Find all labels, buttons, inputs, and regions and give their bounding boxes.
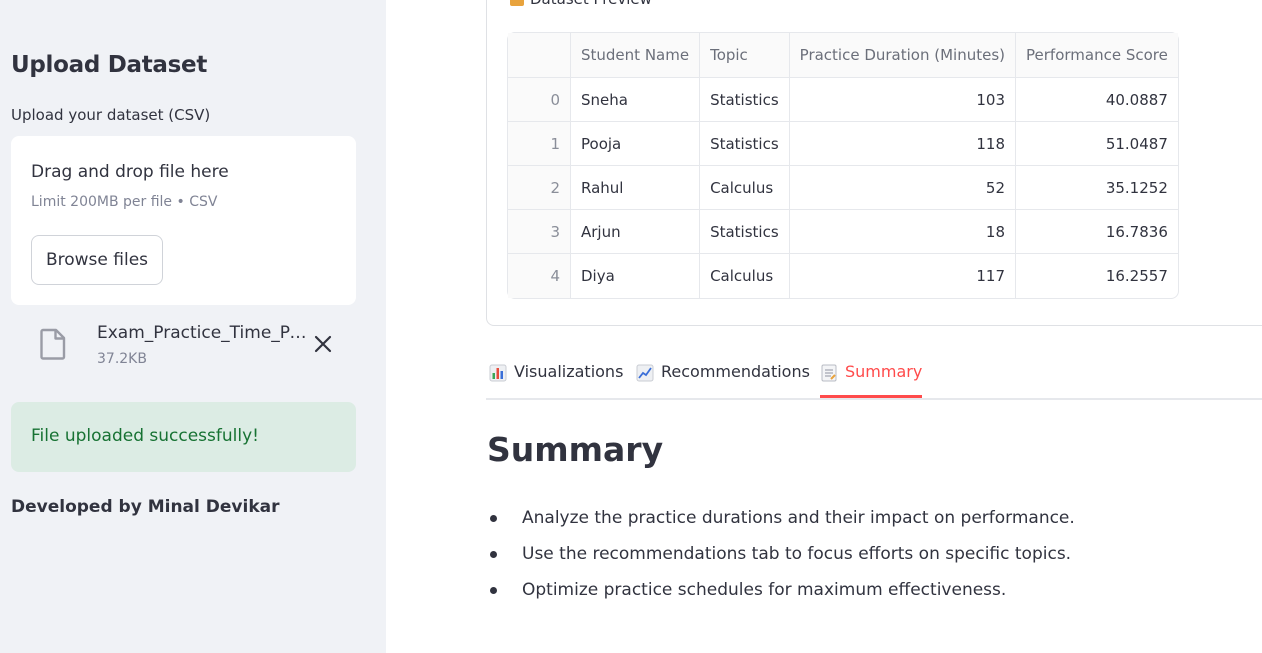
- cell-student-name[interactable]: Sneha: [571, 78, 701, 122]
- memo-icon: [821, 364, 837, 382]
- table-row: 4 Diya Calculus 117 16.2557: [508, 254, 1178, 298]
- preview-icon: [510, 0, 524, 6]
- sidebar: Upload Dataset Upload your dataset (CSV)…: [0, 0, 386, 653]
- cell-practice-duration[interactable]: 103: [789, 78, 1017, 122]
- cell-practice-duration[interactable]: 18: [789, 210, 1017, 254]
- sidebar-title: Upload Dataset: [11, 52, 208, 78]
- dataset-preview-label: Dataset Preview: [510, 0, 652, 8]
- success-message: File uploaded successfully!: [31, 426, 259, 446]
- table-row: 0 Sneha Statistics 103 40.0887: [508, 78, 1178, 122]
- cell-topic[interactable]: Statistics: [700, 122, 790, 166]
- row-index: 4: [508, 254, 571, 298]
- row-index: 1: [508, 122, 571, 166]
- browse-files-button[interactable]: Browse files: [31, 235, 163, 285]
- dropzone-instructions: Drag and drop file here: [31, 162, 229, 182]
- file-size: 37.2KB: [97, 351, 147, 367]
- cell-student-name[interactable]: Diya: [571, 254, 701, 298]
- cell-performance-score[interactable]: 40.0887: [1016, 78, 1178, 122]
- cell-practice-duration[interactable]: 52: [789, 166, 1017, 210]
- list-item: Analyze the practice durations and their…: [487, 500, 1075, 536]
- bar-chart-icon: [489, 364, 507, 382]
- cell-performance-score[interactable]: 16.2557: [1016, 254, 1178, 298]
- table-row: 2 Rahul Calculus 52 35.1252: [508, 166, 1178, 210]
- tab-visualizations-label: Visualizations: [514, 362, 624, 381]
- tab-recommendations-label: Recommendations: [661, 362, 810, 381]
- table-header-row: Student Name Topic Practice Duration (Mi…: [508, 33, 1178, 78]
- summary-list: Analyze the practice durations and their…: [487, 500, 1075, 608]
- table-row: 1 Pooja Statistics 118 51.0487: [508, 122, 1178, 166]
- upload-label: Upload your dataset (CSV): [11, 106, 211, 124]
- cell-topic[interactable]: Calculus: [700, 166, 790, 210]
- column-header-topic[interactable]: Topic: [700, 33, 790, 78]
- list-item: Optimize practice schedules for maximum …: [487, 572, 1075, 608]
- cell-topic[interactable]: Calculus: [700, 254, 790, 298]
- file-icon: [40, 328, 66, 360]
- summary-heading: Summary: [487, 430, 664, 469]
- tab-recommendations[interactable]: Recommendations: [636, 362, 810, 398]
- preview-label-text: Dataset Preview: [530, 0, 652, 8]
- cell-practice-duration[interactable]: 117: [790, 254, 1017, 298]
- column-header-performance-score[interactable]: Performance Score: [1016, 33, 1178, 78]
- cell-topic[interactable]: Statistics: [700, 210, 790, 254]
- row-index: 0: [508, 78, 571, 122]
- cell-topic[interactable]: Statistics: [700, 78, 790, 122]
- tab-visualizations[interactable]: Visualizations: [489, 362, 623, 398]
- column-header-practice-duration[interactable]: Practice Duration (Minutes): [789, 33, 1017, 78]
- cell-student-name[interactable]: Rahul: [571, 166, 701, 210]
- cell-performance-score[interactable]: 35.1252: [1016, 166, 1178, 210]
- row-index: 2: [508, 166, 571, 210]
- cell-student-name[interactable]: Pooja: [571, 122, 701, 166]
- dataset-table[interactable]: Student Name Topic Practice Duration (Mi…: [507, 32, 1179, 299]
- tab-summary-label: Summary: [845, 362, 923, 381]
- uploaded-file: Exam_Practice_Time_Performance.csv 37.2K…: [11, 318, 356, 378]
- trending-chart-icon: [636, 364, 654, 382]
- list-item: Use the recommendations tab to focus eff…: [487, 536, 1075, 572]
- dropzone-limit: Limit 200MB per file • CSV: [31, 194, 218, 210]
- tab-summary[interactable]: Summary: [820, 362, 923, 398]
- success-alert: File uploaded successfully!: [11, 402, 356, 472]
- developer-credit: Developed by Minal Devikar: [11, 497, 280, 517]
- column-header-index[interactable]: [508, 33, 571, 78]
- row-index: 3: [508, 210, 571, 254]
- table-row: 3 Arjun Statistics 18 16.7836: [508, 210, 1178, 254]
- cell-student-name[interactable]: Arjun: [571, 210, 701, 254]
- cell-practice-duration[interactable]: 118: [789, 122, 1017, 166]
- cell-performance-score[interactable]: 16.7836: [1016, 210, 1178, 254]
- file-dropzone[interactable]: Drag and drop file here Limit 200MB per …: [11, 136, 356, 305]
- remove-file-icon[interactable]: [311, 332, 335, 356]
- column-header-student-name[interactable]: Student Name: [571, 33, 701, 78]
- cell-performance-score[interactable]: 51.0487: [1016, 122, 1178, 166]
- tab-bar: Visualizations Recommendations Summary: [486, 355, 1262, 400]
- file-name: Exam_Practice_Time_Performance.csv: [97, 323, 307, 343]
